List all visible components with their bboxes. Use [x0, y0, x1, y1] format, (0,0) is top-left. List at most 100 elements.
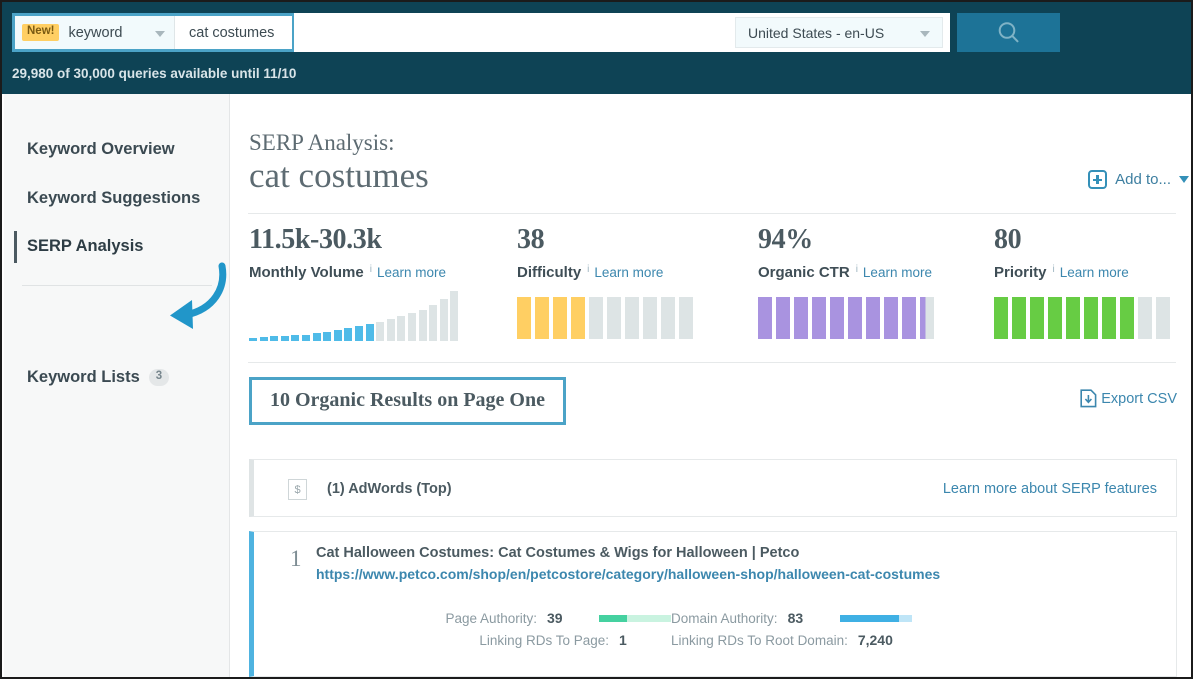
chevron-down-icon: [1179, 176, 1189, 183]
plus-icon: [1088, 170, 1108, 189]
sparkline-bar: [439, 299, 448, 341]
gauge-block: [1030, 297, 1044, 339]
sidebar: Keyword Overview Keyword Suggestions SER…: [4, 94, 230, 677]
monthly-volume-sparkline: [249, 286, 461, 341]
document-download-icon: [1080, 389, 1097, 408]
organic-results-heading: 10 Organic Results on Page One: [270, 389, 545, 411]
sparkline-bar: [365, 324, 374, 341]
query-quota-text: 29,980 of 30,000 queries available until…: [12, 66, 297, 81]
metric-label: Monthly Volume: [249, 264, 364, 281]
divider-top: [248, 213, 1176, 214]
info-icon[interactable]: i: [1053, 264, 1055, 275]
difficulty-bar-gauge: [517, 297, 697, 339]
locale-select[interactable]: United States - en-US: [735, 17, 943, 48]
metric-value: 38: [517, 224, 545, 255]
metric-value: 11.5k-30.3k: [249, 224, 382, 255]
add-to-button[interactable]: Add to...: [1088, 170, 1189, 189]
sidebar-item-keyword-overview[interactable]: Keyword Overview: [27, 140, 175, 159]
gauge-block: [830, 297, 844, 339]
gauge-block: [884, 297, 898, 339]
gauge-block: [625, 297, 639, 339]
info-icon[interactable]: i: [370, 264, 372, 275]
metric-label: Organic CTR: [758, 264, 850, 281]
domain-authority-cell: Domain Authority: 83: [671, 610, 912, 626]
page-title: cat costumes: [249, 156, 429, 195]
linking-rds-page-label: Linking RDs To Page:: [479, 632, 609, 648]
sparkline-bar: [312, 333, 321, 341]
page-authority-bar-fill: [599, 614, 628, 622]
domain-authority-bar: [839, 614, 912, 622]
app-window: New! keyword cat costumes United States …: [0, 0, 1193, 679]
sparkline-bar: [333, 330, 342, 341]
result-metrics-grid: Page Authority: 39 Domain Authority: 83: [316, 607, 1166, 651]
sparkline-bar: [418, 310, 427, 341]
chevron-down-icon: [155, 30, 165, 37]
result-rank: 1: [290, 546, 302, 571]
gauge-block: [794, 297, 808, 339]
learn-more-link[interactable]: Learn more: [863, 265, 932, 280]
sparkline-bar: [386, 319, 395, 341]
gauge-block: [517, 297, 531, 339]
sparkline-bar: [270, 336, 279, 341]
organic-results-heading-box: 10 Organic Results on Page One: [249, 377, 566, 425]
learn-more-link[interactable]: Learn more: [377, 265, 446, 280]
sparkline-bar: [407, 313, 416, 341]
serp-feature-row-adwords[interactable]: $ (1) AdWords (Top) Learn more about SER…: [249, 459, 1177, 517]
linking-rds-page-cell: Linking RDs To Page: 1: [316, 632, 671, 648]
divider-bottom: [248, 362, 1176, 363]
export-csv-label: Export CSV: [1101, 390, 1177, 407]
gauge-block: [1102, 297, 1116, 339]
gauge-block: [1012, 297, 1026, 339]
learn-more-link[interactable]: Learn more: [1060, 265, 1129, 280]
page-authority-bar: [599, 614, 671, 622]
learn-more-link[interactable]: Learn more: [594, 265, 663, 280]
table-row: Linking RDs To Page: 1 Linking RDs To Ro…: [316, 629, 1166, 651]
gauge-block: [758, 297, 772, 339]
sparkline-bar: [376, 322, 385, 341]
gauge-block: [1120, 297, 1134, 339]
search-button[interactable]: [957, 13, 1060, 52]
sidebar-item-serp-analysis[interactable]: SERP Analysis: [27, 237, 143, 256]
gauge-block: [661, 297, 675, 339]
info-icon[interactable]: i: [856, 264, 858, 275]
export-csv-button[interactable]: Export CSV: [1080, 389, 1177, 408]
locale-value: United States - en-US: [748, 24, 885, 41]
sparkline-bar: [259, 337, 268, 341]
info-icon[interactable]: i: [587, 264, 589, 275]
gauge-block: [553, 297, 567, 339]
sparkline-bar: [323, 332, 332, 341]
metric-monthly-volume: 11.5k-30.3k Monthly Volume i Learn more: [249, 226, 461, 341]
gauge-block: [1048, 297, 1062, 339]
serp-features-learn-link[interactable]: Learn more about SERP features: [943, 481, 1157, 497]
annotation-arrow-icon: [170, 262, 227, 329]
domain-authority-bar-fill: [839, 614, 900, 622]
metric-difficulty: 38 Difficulty i Learn more: [517, 226, 697, 339]
sparkline-bar: [354, 326, 363, 341]
search-type-value: keyword: [68, 24, 123, 41]
keyword-search-input[interactable]: cat costumes: [175, 16, 292, 49]
linking-rds-page-value: 1: [619, 632, 627, 648]
chevron-down-icon: [920, 30, 930, 37]
metric-organic-ctr: 94% Organic CTR i Learn more: [758, 226, 938, 339]
result-url[interactable]: https://www.petco.com/shop/en/petcostore…: [316, 566, 940, 582]
sparkline-bar: [301, 335, 310, 341]
sidebar-item-keyword-suggestions[interactable]: Keyword Suggestions: [27, 189, 200, 208]
new-badge: New!: [22, 24, 60, 41]
gauge-block: [1066, 297, 1080, 339]
results-header: 10 Organic Results on Page One Export CS…: [249, 377, 1177, 425]
priority-bar-gauge: [994, 297, 1174, 339]
page-authority-label: Page Authority:: [445, 610, 537, 626]
gauge-block: [571, 297, 585, 339]
metric-value: 80: [994, 224, 1022, 255]
sparkline-bar: [291, 335, 300, 341]
metric-priority: 80 Priority i Learn more: [994, 226, 1174, 339]
sparkline-bar: [429, 305, 438, 341]
sidebar-item-keyword-lists[interactable]: Keyword Lists 3: [27, 368, 170, 387]
metric-value: 94%: [758, 224, 813, 255]
sparkline-bar: [280, 336, 289, 341]
result-title[interactable]: Cat Halloween Costumes: Cat Costumes & W…: [316, 545, 799, 561]
add-to-label: Add to...: [1115, 171, 1171, 188]
linking-rds-root-label: Linking RDs To Root Domain:: [671, 632, 848, 648]
search-type-select[interactable]: New! keyword: [15, 16, 175, 49]
active-nav-indicator: [14, 231, 17, 263]
